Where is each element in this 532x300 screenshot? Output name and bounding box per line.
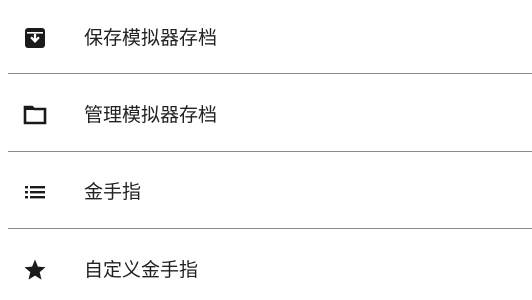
menu-item-custom-cheats[interactable]: 自定义金手指 — [0, 240, 532, 300]
menu-item-cheats[interactable]: 金手指 — [0, 162, 532, 222]
divider — [8, 151, 532, 152]
menu-item-label: 金手指 — [84, 181, 142, 203]
menu-item-save-state[interactable]: 保存模拟器存档 — [0, 8, 532, 68]
folder-icon — [22, 102, 48, 128]
menu-item-manage-states[interactable]: 管理模拟器存档 — [0, 85, 532, 145]
archive-save-icon — [22, 25, 48, 51]
menu-item-label: 自定义金手指 — [84, 259, 199, 281]
menu-item-label: 保存模拟器存档 — [84, 27, 218, 49]
list-icon — [22, 179, 48, 205]
menu-item-label: 管理模拟器存档 — [84, 104, 218, 126]
divider — [8, 228, 532, 229]
star-icon — [22, 257, 48, 283]
context-menu: 保存模拟器存档 管理模拟器存档 金手指 自定义金手指 — [0, 0, 532, 299]
divider — [8, 73, 532, 74]
